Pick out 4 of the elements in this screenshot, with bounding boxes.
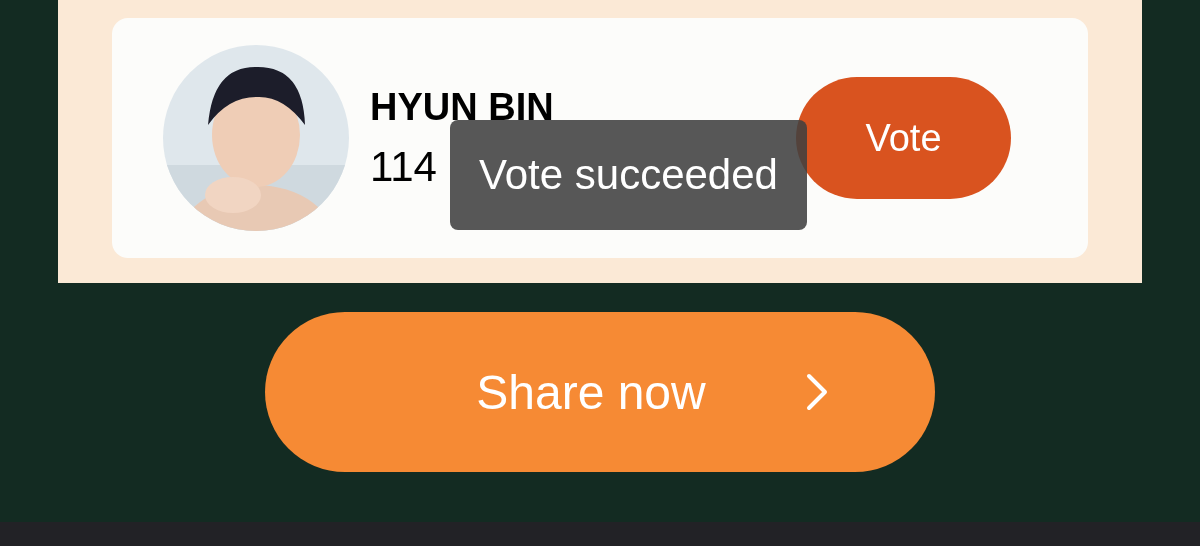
vote-count: 114 [370,143,437,191]
share-button[interactable]: Share now [265,312,935,472]
toast-message: Vote succeeded [450,120,807,230]
chevron-right-icon [805,373,828,411]
